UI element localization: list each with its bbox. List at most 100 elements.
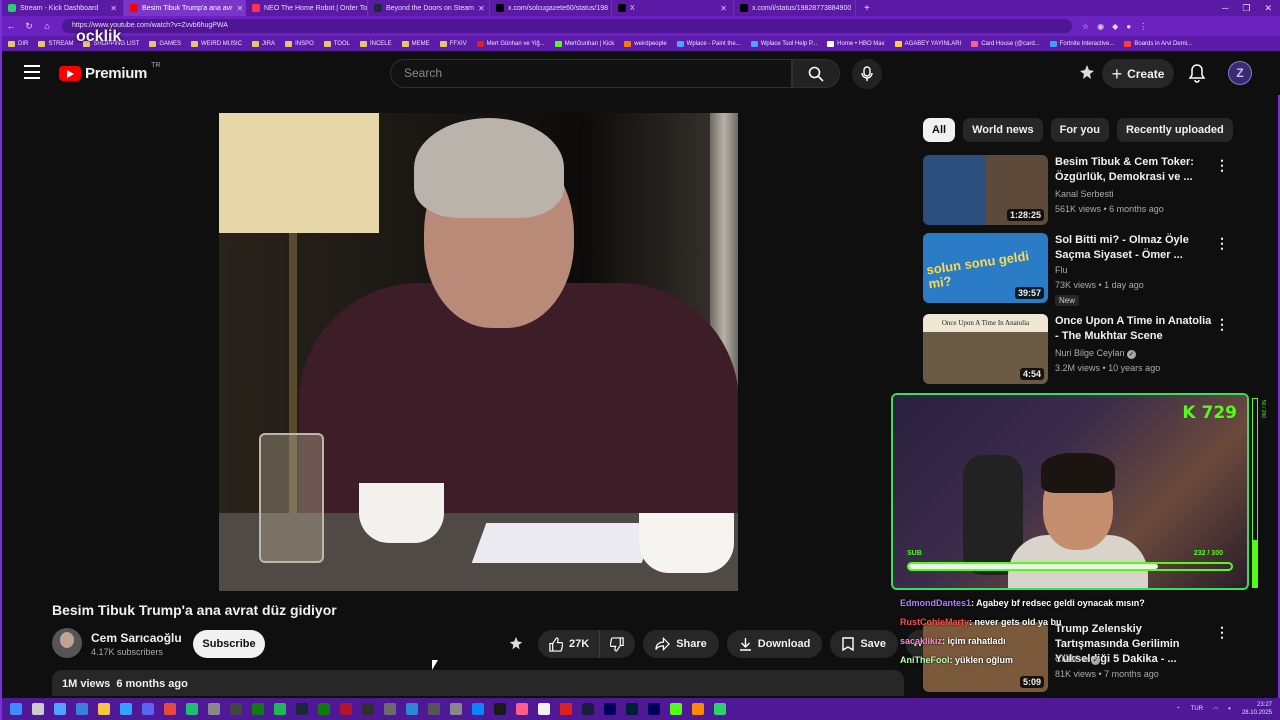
app-icon[interactable] [208, 703, 220, 715]
chip-all[interactable]: All [923, 118, 956, 142]
voice-search-button[interactable] [852, 59, 882, 89]
notifications-bell-icon[interactable] [1188, 63, 1206, 88]
download-button[interactable]: Download [726, 630, 823, 658]
app-icon[interactable] [692, 703, 704, 715]
search-icon[interactable] [32, 703, 44, 715]
browser-tab[interactable]: Beyond the Doors on Steam ✕ [368, 0, 490, 16]
clock[interactable]: 23:27 28.10.2025 [1242, 701, 1272, 717]
bookmark[interactable]: weirdpeople [624, 40, 667, 47]
bookmark[interactable]: Mert Günhan ve Yiğ... [476, 40, 545, 47]
bookmark[interactable]: Fortnite Interactive... [1049, 40, 1114, 47]
maximize-icon[interactable]: ❐ [1242, 3, 1250, 14]
bookmark[interactable]: DIR [8, 40, 28, 47]
bookmark[interactable]: WEIRD MUSIC [191, 40, 242, 47]
audition-icon[interactable] [604, 703, 616, 715]
bookmark[interactable]: MEME [401, 40, 430, 47]
bookmark[interactable]: AGABEY YAYINLARI [894, 40, 961, 47]
app-icon[interactable] [406, 703, 418, 715]
share-button[interactable]: Share [643, 630, 719, 658]
chip-recently-uploaded[interactable]: Recently uploaded [1116, 118, 1233, 142]
chip-for-you[interactable]: For you [1050, 118, 1109, 142]
star-icon[interactable]: ☆ [1082, 22, 1089, 31]
bookmark[interactable]: INSPO [285, 40, 314, 47]
back-icon[interactable]: ← [2, 21, 20, 31]
widgets-icon[interactable] [76, 703, 88, 715]
new-tab-button[interactable]: + [856, 3, 878, 14]
bookmark[interactable]: MertGunhan | Kick [554, 40, 614, 47]
xbox-icon[interactable] [252, 703, 264, 715]
search-button[interactable] [792, 59, 840, 88]
spotify-icon[interactable] [274, 703, 286, 715]
bookmark[interactable]: GAMES [149, 40, 181, 47]
minimize-icon[interactable]: ─ [1222, 3, 1228, 14]
bookmark[interactable]: STREAM [38, 40, 73, 47]
photoshop-icon[interactable] [626, 703, 638, 715]
browser-tab[interactable]: x.com/solcugazete60/status/198✕ [490, 0, 612, 16]
extension-sparkle-icon[interactable] [502, 630, 530, 658]
app-icon[interactable] [714, 703, 726, 715]
task-view-icon[interactable] [54, 703, 66, 715]
like-button[interactable]: 27K [538, 630, 601, 658]
dislike-button[interactable] [600, 630, 635, 658]
browser-tab[interactable]: Stream - Kick Dashboard ✕ [2, 0, 124, 16]
search-input[interactable]: Search [390, 59, 792, 88]
extension-icon[interactable]: ◆ [1112, 22, 1118, 31]
obs-icon[interactable] [362, 703, 374, 715]
bookmark[interactable]: Boards in Arvi Demi... [1124, 40, 1192, 47]
bookmark[interactable]: Card House (@card... [971, 40, 1040, 47]
close-icon[interactable]: ✕ [720, 4, 727, 13]
recommendation-item[interactable]: Once Upon A Time In Anatolia 4:54 Once U… [923, 314, 1263, 384]
app-icon[interactable] [340, 703, 352, 715]
video-player[interactable] [219, 113, 738, 591]
profile-icon[interactable]: ● [1126, 22, 1131, 31]
discord-icon[interactable] [142, 703, 154, 715]
channel-avatar[interactable] [52, 628, 82, 658]
description-box[interactable]: 1M views 6 months ago [52, 670, 904, 696]
bookmark[interactable]: Wplace - Paint the... [676, 40, 741, 47]
close-icon[interactable]: ✕ [478, 4, 485, 13]
recommendation-item[interactable]: 1:28:25 Besim Tibuk & Cem Toker: Özgürlü… [923, 155, 1263, 225]
file-explorer-icon[interactable] [98, 703, 110, 715]
channel-name[interactable]: Cem Sarıcaoğlu [91, 631, 182, 645]
bookmark[interactable]: JIRA [252, 40, 275, 47]
close-window-icon[interactable]: ✕ [1264, 3, 1272, 14]
app-icon[interactable] [120, 703, 132, 715]
steam-icon[interactable] [296, 703, 308, 715]
more-options-icon[interactable]: ⋮ [1215, 235, 1229, 252]
app-icon[interactable] [494, 703, 506, 715]
home-icon[interactable]: ⌂ [38, 21, 56, 31]
app-icon[interactable] [230, 703, 242, 715]
extension-icon[interactable]: ◉ [1097, 22, 1104, 31]
bookmark[interactable]: TOOL [323, 40, 350, 47]
close-icon[interactable]: ✕ [236, 4, 243, 13]
browser-tab[interactable]: x.com/i/status/19828773884900✕ [734, 0, 856, 16]
app-icon[interactable] [538, 703, 550, 715]
bookmark[interactable]: Wplace Tool Help P... [750, 40, 817, 47]
app-icon[interactable] [472, 703, 484, 715]
premiere-icon[interactable] [648, 703, 660, 715]
youtube-logo[interactable]: Premium TR [59, 62, 160, 82]
app-icon[interactable] [560, 703, 572, 715]
more-options-icon[interactable]: ⋮ [1215, 157, 1229, 174]
app-icon[interactable] [516, 703, 528, 715]
bookmark[interactable]: FFXIV [439, 40, 467, 47]
wifi-icon[interactable]: ◠ [1213, 706, 1218, 713]
browser-tab[interactable]: X ✕ [612, 0, 734, 16]
bookmark[interactable]: Home • HBO Max [827, 40, 885, 47]
app-icon[interactable] [384, 703, 396, 715]
language-indicator[interactable]: TUR [1191, 706, 1203, 712]
bookmark[interactable]: İNCELE [359, 40, 392, 47]
app-icon[interactable] [428, 703, 440, 715]
app-icon[interactable] [450, 703, 462, 715]
browser-tab-active[interactable]: Besim Tibuk Trump'a ana avr ✕ [124, 0, 246, 16]
recommendation-item[interactable]: solun sonu geldi mi? 39:57 Sol Bitti mi?… [923, 233, 1263, 306]
app-icon[interactable] [164, 703, 176, 715]
kick-icon[interactable] [670, 703, 682, 715]
menu-icon[interactable]: ⋮ [1139, 22, 1147, 31]
aftereffects-icon[interactable] [582, 703, 594, 715]
browser-tab[interactable]: NEO The Home Robot | Order To✕ [246, 0, 368, 16]
account-avatar[interactable]: Z [1228, 61, 1252, 85]
subscribe-button[interactable]: Subscribe [193, 630, 265, 658]
menu-hamburger-icon[interactable] [24, 65, 40, 79]
edge-icon[interactable] [186, 703, 198, 715]
